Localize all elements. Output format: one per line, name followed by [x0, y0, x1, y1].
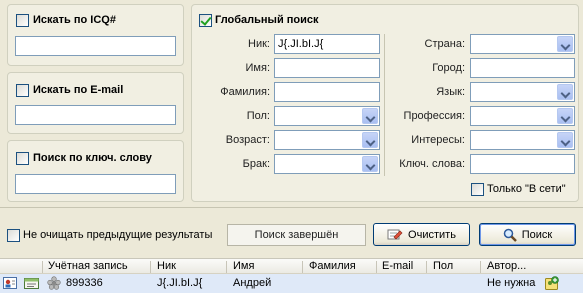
nick-input[interactable]: J{.JI.bI.J{ — [274, 34, 380, 54]
cell-first-name: Андрей — [233, 277, 272, 289]
column-header-gender[interactable]: Пол — [433, 260, 453, 272]
info-card-icon[interactable] — [24, 276, 39, 290]
chevron-down-icon[interactable] — [362, 156, 378, 172]
results-header: Учётная запись Ник Имя Фамилия E-mail По… — [0, 258, 583, 274]
keyword-search-label: Поиск по ключ. слову — [33, 152, 152, 164]
icq-search-label: Искать по ICQ# — [33, 14, 116, 26]
icq-number-input[interactable] — [15, 36, 176, 56]
column-separator — [376, 261, 377, 273]
column-separator — [42, 261, 43, 273]
email-search-label: Искать по E-mail — [33, 84, 124, 96]
country-label: Страна: — [424, 38, 465, 50]
status-flower-icon — [47, 276, 61, 290]
marital-select[interactable] — [274, 154, 380, 174]
keep-results-checkbox[interactable] — [7, 229, 20, 242]
online-only-checkbox[interactable] — [471, 183, 484, 196]
chevron-down-icon[interactable] — [557, 108, 573, 124]
city-label: Город: — [432, 62, 465, 74]
clear-button[interactable]: Очистить — [373, 223, 470, 246]
profession-select[interactable] — [470, 106, 575, 126]
column-header-nick[interactable]: Ник — [157, 260, 176, 272]
gender-label: Пол: — [246, 110, 270, 122]
magnifier-icon — [503, 228, 517, 242]
status-text: Поиск завершён — [227, 224, 366, 246]
chevron-down-icon[interactable] — [557, 132, 573, 148]
search-button[interactable]: Поиск — [479, 223, 576, 246]
column-separator — [480, 261, 481, 273]
column-header-auth[interactable]: Автор... — [487, 260, 526, 272]
separator-line — [0, 207, 583, 208]
interests-select[interactable] — [470, 130, 575, 150]
eraser-icon — [387, 229, 403, 239]
column-header-last-name[interactable]: Фамилия — [309, 260, 356, 272]
age-select[interactable] — [274, 130, 380, 150]
chevron-down-icon[interactable] — [362, 108, 378, 124]
marital-label: Брак: — [242, 158, 270, 170]
user-card-icon[interactable] — [3, 276, 17, 290]
interests-label: Интересы: — [411, 134, 465, 146]
clear-button-label: Очистить — [408, 228, 456, 241]
icq-search-checkbox[interactable] — [16, 14, 29, 27]
column-separator — [426, 261, 427, 273]
last-name-label: Фамилия: — [220, 86, 270, 98]
keyword-search-checkbox[interactable] — [16, 152, 29, 165]
keywords-label: Ключ. слова: — [399, 158, 465, 170]
email-input[interactable] — [15, 105, 176, 125]
city-input[interactable] — [470, 58, 575, 78]
column-header-first-name[interactable]: Имя — [233, 260, 254, 272]
chevron-down-icon[interactable] — [557, 84, 573, 100]
column-separator — [302, 261, 303, 273]
global-search-label: Глобальный поиск — [215, 14, 319, 26]
cell-account: 899336 — [66, 277, 103, 289]
column-header-email[interactable]: E-mail — [382, 260, 413, 272]
cell-nick: J{.JI.bI.J{ — [157, 277, 203, 289]
keywords-input[interactable] — [470, 154, 575, 174]
column-header-account[interactable]: Учётная запись — [48, 260, 128, 272]
column-separator — [226, 261, 227, 273]
keep-results-label: Не очищать предыдущие результаты — [23, 229, 213, 241]
age-label: Возраст: — [225, 134, 270, 146]
keyword-input[interactable] — [15, 174, 176, 194]
nick-label: Ник: — [248, 38, 270, 50]
chevron-down-icon[interactable] — [362, 132, 378, 148]
first-name-input[interactable] — [274, 58, 380, 78]
last-name-input[interactable] — [274, 82, 380, 102]
results-empty-area — [0, 293, 583, 302]
online-only-label: Только "В сети" — [487, 183, 566, 195]
search-button-label: Поиск — [521, 228, 553, 241]
add-contact-icon[interactable] — [544, 275, 560, 291]
email-search-checkbox[interactable] — [16, 84, 29, 97]
gender-select[interactable] — [274, 106, 380, 126]
cell-auth: Не нужна — [487, 277, 536, 289]
profession-label: Профессия: — [403, 110, 465, 122]
language-label: Язык: — [436, 86, 465, 98]
column-separator — [150, 261, 151, 273]
global-search-checkbox[interactable] — [199, 14, 212, 27]
country-select[interactable] — [470, 34, 575, 54]
column-divider — [384, 34, 385, 176]
chevron-down-icon[interactable] — [557, 36, 573, 52]
language-select[interactable] — [470, 82, 575, 102]
first-name-label: Имя: — [245, 62, 270, 74]
table-row[interactable]: 899336 J{.JI.bI.J{ Андрей Не нужна — [0, 274, 583, 293]
